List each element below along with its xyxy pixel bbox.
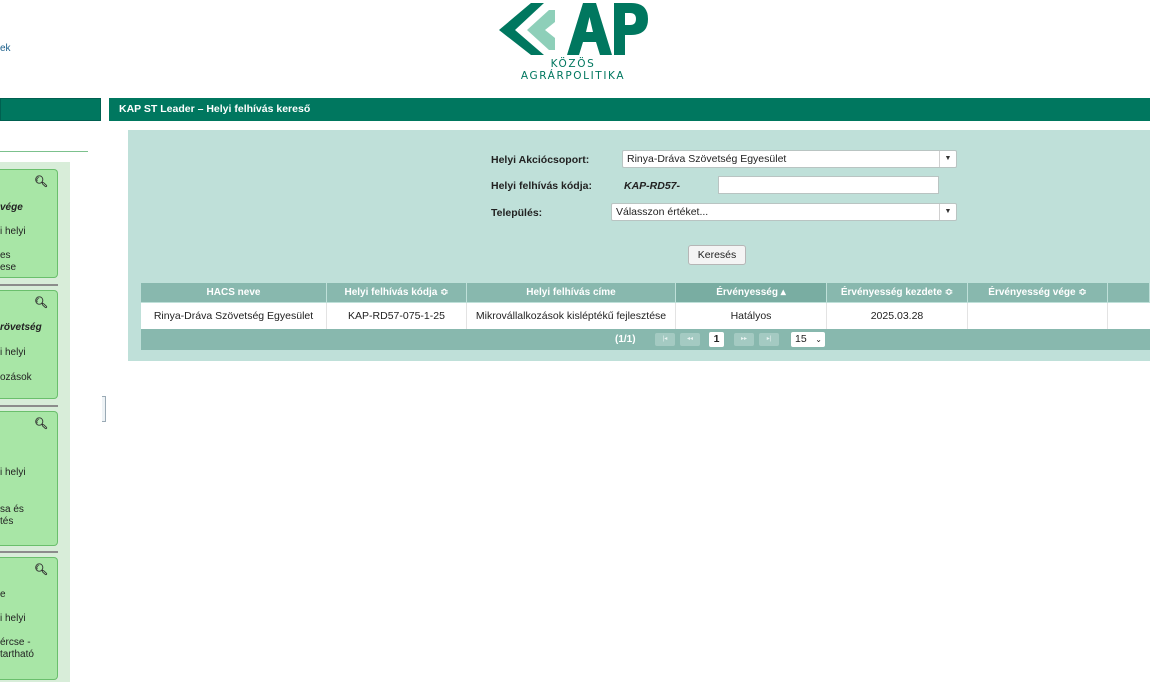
search-icon[interactable]: 🔍︎ (34, 296, 48, 309)
card-line: i helyi (0, 613, 26, 624)
logo-subtitle: KÖZÖS AGRÁRPOLITIKA (520, 58, 626, 82)
table-row[interactable]: Rinya-Dráva Szövetség Egyesület KAP-RD57… (141, 303, 1150, 329)
search-icon[interactable]: 🔍︎ (34, 417, 48, 430)
card-line: e (0, 589, 6, 600)
column-header-validity[interactable]: Érvényesség ▴ (676, 283, 827, 302)
group-select-value: Rinya-Dráva Szövetség Egyesület (627, 153, 787, 165)
card-line: i helyi (0, 467, 26, 478)
cell-hacs-name: Rinya-Dráva Szövetség Egyesület (141, 303, 327, 329)
code-label: Helyi felhívás kódja: (491, 180, 592, 192)
card-line: ese (0, 262, 17, 273)
card-separator (0, 551, 58, 553)
cell-call-code: KAP-RD57-075-1-25 (327, 303, 467, 329)
card-line: vége (0, 202, 23, 213)
caret-down-icon: ▼ (939, 151, 956, 167)
card-line: sa és (0, 504, 24, 515)
column-header-validity-start[interactable]: Érvényesség kezdete ≎ (827, 283, 968, 302)
card-line: i helyi (0, 347, 26, 358)
column-header-extra (1108, 283, 1150, 302)
search-button[interactable]: Keresés (688, 245, 746, 265)
page-title: KAP ST Leader – Helyi felhívás kereső (109, 98, 1150, 121)
prev-page-button[interactable]: ◂◂ (680, 333, 700, 346)
kap-logo-mark (499, 3, 648, 55)
card-line: ércse - (0, 637, 31, 648)
column-header-validity-end[interactable]: Érvényesség vége ≎ (968, 283, 1108, 302)
card-line: ozások (0, 372, 32, 383)
code-input[interactable] (718, 176, 939, 194)
column-header-hacs-name: HACS neve (141, 283, 327, 302)
card-line: tartható (0, 649, 34, 660)
first-page-button[interactable]: |◂ (655, 333, 675, 346)
cell-extra (1108, 303, 1150, 329)
sidebar-card[interactable]: 🔍︎ vége i helyi es ese (0, 169, 58, 278)
search-icon[interactable]: 🔍︎ (34, 563, 48, 576)
card-separator (0, 284, 58, 286)
cell-validity-end (968, 303, 1108, 329)
paginator: (1/1) |◂ ◂◂ 1 ▸▸ ▸| 15 ⌄ (141, 329, 1150, 350)
sidebar-card[interactable]: 🔍︎ e i helyi ércse - tartható (0, 557, 58, 680)
cell-validity: Hatályos (676, 303, 827, 329)
town-select-value: Válasszon értéket... (616, 206, 709, 218)
kap-logo: KÖZÖS AGRÁRPOLITIKA (497, 0, 649, 82)
next-page-button[interactable]: ▸▸ (734, 333, 754, 346)
card-line: rövetség (0, 322, 42, 333)
page-info: (1/1) (615, 334, 636, 345)
town-select[interactable]: Válasszon értéket... ▼ (611, 203, 957, 221)
table-header: HACS neve Helyi felhívás kódja ≎ Helyi f… (141, 283, 1150, 302)
sidebar-card[interactable]: 🔍︎ rövetség i helyi ozások (0, 290, 58, 399)
sidebar-card[interactable]: 🔍︎ i helyi sa és tés (0, 411, 58, 546)
last-page-button[interactable]: ▸| (759, 333, 779, 346)
column-header-call-code[interactable]: Helyi felhívás kódja ≎ (327, 283, 467, 302)
top-link[interactable]: ek (0, 43, 11, 54)
cell-call-title: Mikrovállalkozások kisléptékű fejlesztés… (467, 303, 676, 329)
card-line: es (0, 250, 11, 261)
group-label: Helyi Akciócsoport: (491, 154, 590, 166)
card-line: tés (0, 516, 14, 527)
town-label: Település: (491, 207, 543, 219)
search-icon[interactable]: 🔍︎ (34, 175, 48, 188)
card-line: i helyi (0, 226, 26, 237)
sidebar-collapse-handle[interactable] (102, 396, 106, 422)
sidebar-header (0, 98, 101, 121)
caret-down-icon: ▼ (939, 204, 956, 220)
column-header-call-title: Helyi felhívás címe (467, 283, 676, 302)
page-size-select[interactable]: 15 ⌄ (791, 332, 825, 347)
current-page-button[interactable]: 1 (709, 332, 724, 347)
page-size-value: 15 (795, 333, 807, 345)
code-prefix: KAP-RD57- (624, 180, 681, 192)
sidebar-divider (0, 151, 88, 152)
card-separator (0, 405, 58, 407)
cell-validity-start: 2025.03.28 (827, 303, 968, 329)
chevron-down-icon: ⌄ (815, 335, 822, 344)
group-select[interactable]: Rinya-Dráva Szövetség Egyesület ▼ (622, 150, 957, 168)
